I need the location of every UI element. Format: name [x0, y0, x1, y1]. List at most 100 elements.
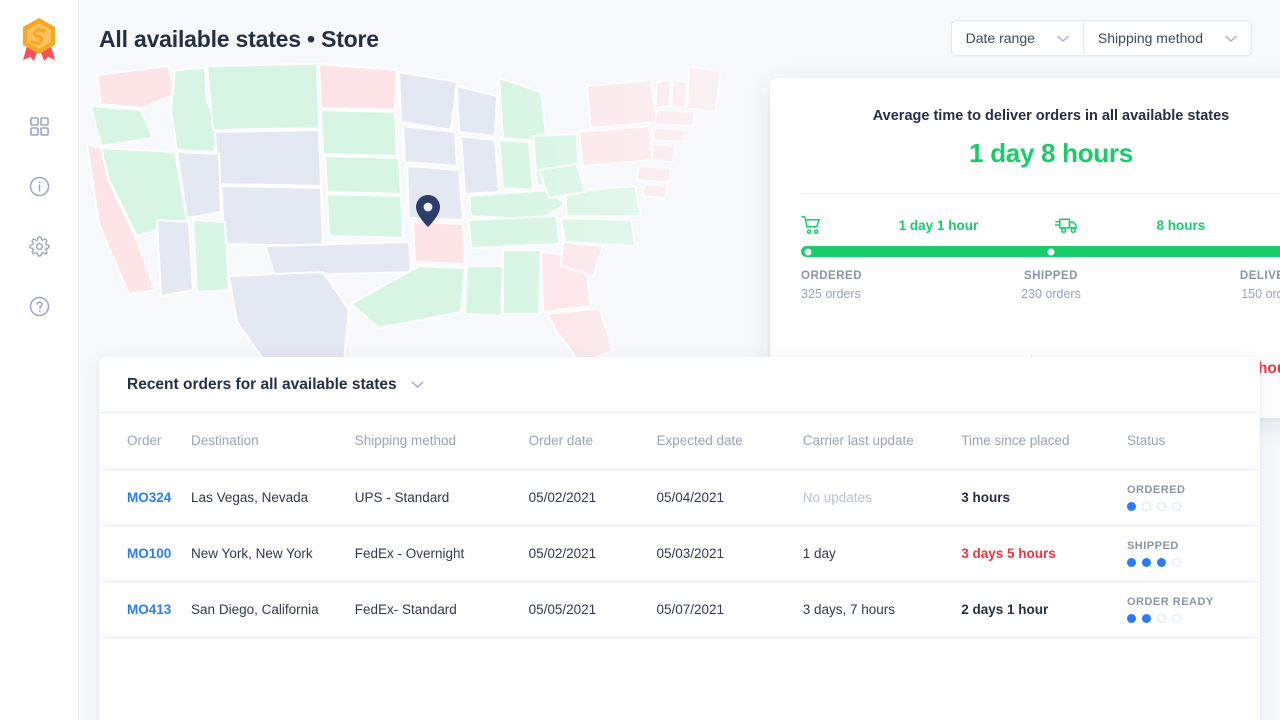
dashboard-page: All available states • Store Date range … — [0, 0, 1280, 720]
status-label: SHIPPED — [1127, 540, 1260, 552]
cell-time-since-placed-text: 2 days 1 hour — [961, 602, 1048, 617]
status-dot — [1157, 558, 1166, 567]
status-dot — [1157, 502, 1166, 511]
table-row[interactable]: MO324 Las Vegas, Nevada UPS - Standard 05/0… — [99, 469, 1260, 525]
cell-shipping-method: FedEx- Standard — [355, 581, 529, 637]
cell-expected-date-text: 05/03/2021 — [656, 546, 724, 561]
cell-carrier-last-update-text: 1 day — [803, 546, 836, 561]
table-header-row: Order Destination Shipping method Order … — [99, 413, 1260, 469]
col-expected-date: Expected date — [656, 413, 802, 469]
timeline-stage-shipped: SHIPPED 230 orders — [1021, 270, 1081, 301]
orders-table-body: MO324 Las Vegas, Nevada UPS - Standard 05/0… — [99, 469, 1260, 637]
table-row[interactable]: MO413San Diego, California FedEx- Standar… — [99, 581, 1260, 637]
cell-order-date-text: 05/02/2021 — [529, 546, 597, 561]
cell-shipping-method: FedEx - Overnight — [355, 525, 529, 581]
cell-order[interactable]: MO100 — [99, 525, 191, 581]
cell-order-text: MO324 — [127, 490, 171, 505]
col-destination: Destination — [191, 413, 355, 469]
cell-expected-date-text: 05/07/2021 — [656, 602, 724, 617]
cell-order-text: MO100 — [127, 546, 171, 561]
map-pin-icon[interactable] — [415, 194, 441, 228]
status-dot — [1127, 558, 1136, 567]
status-dot — [1142, 502, 1151, 511]
timeline-duration-1: 1 day 1 hour — [899, 218, 979, 233]
status-dot — [1127, 502, 1136, 511]
cell-shipping-method: UPS - Standard — [355, 469, 529, 525]
topbar: All available states • Store Date range … — [79, 0, 1280, 76]
stage-count: 150 orders — [1241, 287, 1280, 301]
status-dot — [1127, 614, 1136, 623]
cell-order-date: 05/02/2021 — [529, 469, 657, 525]
date-range-dropdown[interactable]: Date range — [952, 21, 1083, 55]
cell-destination: New York, New York — [191, 525, 355, 581]
cell-destination: San Diego, California — [191, 581, 355, 637]
question-circle-icon — [29, 296, 50, 317]
status-label: ORDER READY — [1127, 596, 1260, 608]
cell-expected-date-text: 05/04/2021 — [656, 490, 724, 505]
col-order-date: Order date — [529, 413, 657, 469]
stage-count: 230 orders — [1021, 287, 1081, 301]
status-dot — [1172, 558, 1181, 567]
status-progress-dots — [1127, 502, 1260, 511]
status-dot — [1157, 614, 1166, 623]
status-badge: SHIPPED — [1127, 540, 1260, 567]
cell-order-date-text: 05/05/2021 — [529, 602, 597, 617]
cell-time-since-placed-text: 3 hours — [961, 490, 1010, 505]
cell-time-since-placed: 2 days 1 hour — [961, 581, 1127, 637]
date-range-label: Date range — [966, 30, 1035, 46]
col-status: Status — [1127, 413, 1260, 469]
col-shipping-method: Shipping method — [355, 413, 529, 469]
sidebar-item-settings[interactable] — [19, 226, 59, 266]
status-dot — [1172, 502, 1181, 511]
stage-label: SHIPPED — [1024, 270, 1078, 282]
progress-node-ordered — [805, 248, 812, 255]
progress-node-shipped — [1048, 248, 1055, 255]
chevron-down-icon — [1057, 30, 1069, 46]
sidebar-nav — [19, 106, 59, 346]
stage-label: DELIVERY — [1240, 270, 1280, 282]
sidebar-item-dashboard[interactable] — [19, 106, 59, 146]
status-progress-dots — [1127, 614, 1260, 623]
cell-order[interactable]: MO324 — [99, 469, 191, 525]
status-dot — [1142, 614, 1151, 623]
cell-status: SHIPPED — [1127, 525, 1260, 581]
orders-table-head: Order Destination Shipping method Order … — [99, 413, 1260, 469]
sidebar-item-information[interactable] — [19, 166, 59, 206]
status-progress-dots — [1127, 558, 1260, 567]
main-content: All available states • Store Date range … — [79, 0, 1280, 720]
sidebar — [0, 0, 79, 720]
stats-card-value: 1 day 8 hours — [801, 138, 1280, 169]
col-order: Order — [99, 413, 191, 469]
timeline-duration-2: 8 hours — [1157, 218, 1206, 233]
cell-carrier-last-update: 3 days, 7 hours — [803, 581, 962, 637]
brand-logo-badge[interactable] — [17, 16, 61, 64]
cell-destination-text: Las Vegas, Nevada — [191, 490, 308, 505]
sidebar-item-help[interactable] — [19, 286, 59, 326]
shipping-method-dropdown[interactable]: Shipping method — [1083, 21, 1251, 55]
cell-time-since-placed: 3 days 5 hours — [961, 525, 1127, 581]
cell-carrier-last-update: 1 day — [803, 525, 962, 581]
cell-expected-date: 05/04/2021 — [656, 469, 802, 525]
cell-carrier-last-update: No updates — [803, 469, 962, 525]
chevron-down-icon[interactable] — [411, 376, 424, 394]
cell-order[interactable]: MO413 — [99, 581, 191, 637]
cell-shipping-method-text: UPS - Standard — [355, 490, 450, 505]
col-carrier-last-update: Carrier last update — [803, 413, 962, 469]
cell-order-date: 05/05/2021 — [529, 581, 657, 637]
delivery-progress-bar — [801, 246, 1280, 257]
cell-time-since-placed-text: 3 days 5 hours — [961, 546, 1056, 561]
recent-orders-card: Recent orders for all available states O… — [99, 357, 1260, 720]
cell-shipping-method-text: FedEx - Overnight — [355, 546, 465, 561]
delivery-truck-icon — [1055, 216, 1080, 234]
status-badge: ORDERED — [1127, 484, 1260, 511]
stage-label: ORDERED — [801, 270, 862, 282]
recent-orders-header[interactable]: Recent orders for all available states — [99, 357, 1260, 413]
cell-order-date: 05/02/2021 — [529, 525, 657, 581]
info-circle-icon — [29, 176, 50, 197]
cell-destination-text: San Diego, California — [191, 602, 319, 617]
cell-status: ORDER READY — [1127, 581, 1260, 637]
table-row[interactable]: MO100 New York, New YorkFedEx - Overnight… — [99, 525, 1260, 581]
cell-carrier-last-update-text: No updates — [803, 490, 872, 505]
grid-icon — [30, 117, 49, 136]
shipping-method-label: Shipping method — [1098, 30, 1203, 46]
